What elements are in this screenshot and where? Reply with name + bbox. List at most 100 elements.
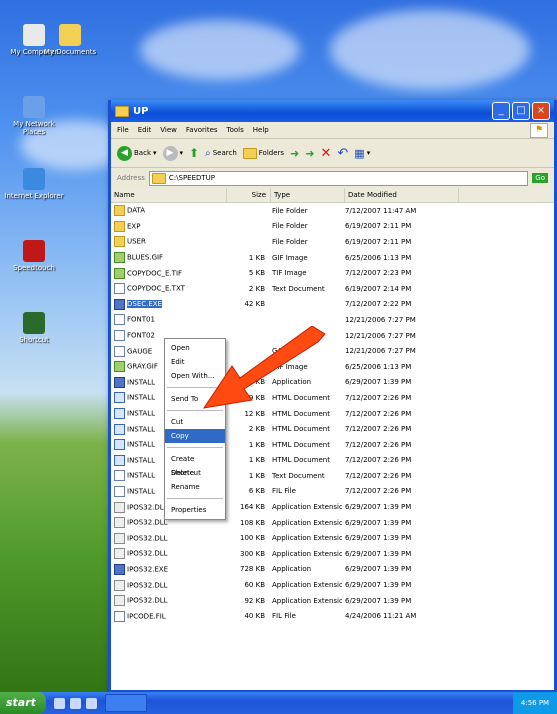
address-value: C:\SPEEDTUP xyxy=(168,174,216,182)
file-row[interactable]: IPOS32.DLL 300 KB Application Extension 6/2… xyxy=(111,546,554,562)
delete-x-icon: ✕ xyxy=(320,145,332,161)
address-label: Address xyxy=(117,174,145,182)
file-size: 2 KB xyxy=(248,284,265,293)
file-name-text: IPOS32.DLL xyxy=(127,518,168,527)
taskbar-window-button[interactable] xyxy=(104,694,147,712)
file-name-text: INSTALL xyxy=(127,425,156,434)
file-size: 1 KB xyxy=(248,253,265,262)
maximize-button[interactable]: □ xyxy=(512,102,530,120)
file-date: 7/12/2007 2:26 PM xyxy=(345,487,412,496)
up-folder-button[interactable]: ⬆ xyxy=(189,146,199,160)
file-row[interactable]: IPOS32.DLL 100 KB Application Extension 6/2… xyxy=(111,530,554,546)
copy-to-button[interactable]: ➜ xyxy=(305,147,314,160)
file-date: 6/29/2007 1:39 PM xyxy=(345,503,412,512)
file-row[interactable]: FONT01 12/21/2006 7:27 PM xyxy=(111,312,554,328)
file-size: 728 KB xyxy=(240,565,265,574)
menu-edit[interactable]: Edit xyxy=(138,126,152,134)
file-row[interactable]: IPOS32.EXE 728 KB Application 6/29/2007 1:3… xyxy=(111,562,554,578)
go-button[interactable]: Go xyxy=(532,173,548,183)
file-row[interactable]: IPOS32.DLL 92 KB Application Extension 6/29… xyxy=(111,593,554,609)
file-row[interactable]: BLUES.GIF 1 KB GIF Image 6/25/2006 1:13 PM xyxy=(111,250,554,266)
magnifier-icon: ⌕ xyxy=(205,147,211,159)
column-header-size[interactable]: Size xyxy=(227,188,271,202)
file-size: 1 KB xyxy=(248,456,265,465)
minimize-button[interactable]: _ xyxy=(492,102,510,120)
file-row[interactable]: DSEC.EXE 42 KB 7/12/2007 2:22 PM xyxy=(111,297,554,313)
desktop-icon[interactable]: Speedtouch xyxy=(4,240,64,272)
context-menu-item-cut[interactable]: Cut xyxy=(165,415,225,429)
menu-view[interactable]: View xyxy=(160,126,177,134)
search-button[interactable]: ⌕ Search xyxy=(205,148,237,159)
menu-tools[interactable]: Tools xyxy=(227,126,244,134)
file-name-text: EXP xyxy=(127,222,141,231)
desktop-icon[interactable]: My Network Places xyxy=(4,96,64,136)
column-header-name[interactable]: Name xyxy=(111,188,227,202)
context-menu-item-rename[interactable]: Rename xyxy=(165,480,225,494)
toolbar: ◀ Back ▾ ▶ ▾ ⬆ ⌕ Search Folders ➜ ➜ ✕ ↶ ▦ … xyxy=(111,139,554,168)
undo-button[interactable]: ↶ xyxy=(337,146,348,161)
desktop-icon[interactable]: My Documents xyxy=(40,24,100,56)
file-name-text: IPOS32.DLL xyxy=(127,596,168,605)
file-type: Application Extension xyxy=(272,549,342,558)
file-type: HTML Document xyxy=(272,440,330,449)
file-size: 1 KB xyxy=(248,471,265,480)
file-name-text: USER xyxy=(127,237,146,246)
folder-icon xyxy=(114,236,125,248)
context-menu-item-copy[interactable]: Copy xyxy=(165,429,225,443)
start-button[interactable]: start xyxy=(0,692,46,714)
file-date: 6/29/2007 1:39 PM xyxy=(345,596,412,605)
file-date: 6/29/2007 1:39 PM xyxy=(345,518,412,527)
file-row[interactable]: IPCODE.FIL 40 KB FIL File 4/24/2006 11:21 A… xyxy=(111,608,554,624)
column-header-date[interactable]: Date Modified xyxy=(345,188,459,202)
file-icon xyxy=(114,517,125,529)
desktop-shortcut-icon xyxy=(23,240,45,262)
desktop-icon-label: My Network Places xyxy=(13,120,55,136)
delete-button[interactable]: ✕ xyxy=(320,146,331,161)
folders-button[interactable]: Folders xyxy=(242,147,284,159)
file-size: 164 KB xyxy=(240,503,265,512)
windows-logo-icon: ⚑ xyxy=(530,123,548,138)
file-size: 42 KB xyxy=(244,300,265,309)
title-bar[interactable]: UP _ □ × xyxy=(111,100,554,122)
menu-help[interactable]: Help xyxy=(253,126,269,134)
back-button[interactable]: ◀ Back ▾ xyxy=(117,145,157,161)
file-row[interactable]: EXP File Folder 6/19/2007 2:11 PM xyxy=(111,219,554,235)
file-row[interactable]: DATA File Folder 7/12/2007 11:47 AM xyxy=(111,203,554,219)
menu-favorites[interactable]: Favorites xyxy=(186,126,218,134)
file-row[interactable]: USER File Folder 6/19/2007 2:11 PM xyxy=(111,234,554,250)
context-menu-item-create-shortcut[interactable]: Create Shortcut xyxy=(165,452,225,477)
file-row[interactable]: IPOS32.DLL 60 KB Application Extension 6/29… xyxy=(111,577,554,593)
file-date: 6/29/2007 1:39 PM xyxy=(345,581,412,590)
clock: 4:56 PM xyxy=(520,699,550,707)
file-name-text: IPOS32.DLL xyxy=(127,503,168,512)
quick-launch-ie-icon[interactable] xyxy=(53,697,65,709)
context-menu-item-properties[interactable]: Properties xyxy=(165,503,225,517)
back-arrow-icon: ◀ xyxy=(117,145,132,161)
column-header-type[interactable]: Type xyxy=(271,188,345,202)
address-input[interactable]: C:\SPEEDTUP xyxy=(148,170,529,186)
quick-launch-media-icon[interactable] xyxy=(69,697,81,709)
file-row[interactable]: COPYDOC_E.TXT 2 KB Text Document 6/19/2007 … xyxy=(111,281,554,297)
file-size: 1 KB xyxy=(248,440,265,449)
close-button[interactable]: × xyxy=(532,102,550,120)
file-size: 300 KB xyxy=(240,549,265,558)
system-tray: 4:56 PM xyxy=(513,692,557,714)
file-date: 7/12/2007 2:26 PM xyxy=(345,456,412,465)
file-type: HTML Document xyxy=(272,456,330,465)
desktop-icon[interactable]: Shortcut xyxy=(4,312,64,344)
forward-button[interactable]: ▶ ▾ xyxy=(162,145,183,161)
file-name: USER xyxy=(111,236,226,248)
file-date: 7/12/2007 2:26 PM xyxy=(345,471,412,480)
file-date: 7/12/2007 2:23 PM xyxy=(345,269,412,278)
up-arrow-icon: ⬆ xyxy=(189,146,200,160)
forward-arrow-icon: ▶ xyxy=(162,145,178,161)
quick-launch-desktop-icon[interactable] xyxy=(85,697,97,709)
desktop-shortcut-icon xyxy=(59,24,81,46)
folder-icon xyxy=(115,105,129,117)
desktop-icon[interactable]: Internet Explorer xyxy=(4,168,64,200)
views-button[interactable]: ▦ ▾ xyxy=(354,147,370,160)
move-to-button[interactable]: ➜ xyxy=(290,147,299,160)
file-name-text: INSTALL xyxy=(127,378,156,387)
file-row[interactable]: COPYDOC_E.TIF 5 KB TIF Image 7/12/2007 2:23… xyxy=(111,265,554,281)
menu-file[interactable]: File xyxy=(117,126,129,134)
